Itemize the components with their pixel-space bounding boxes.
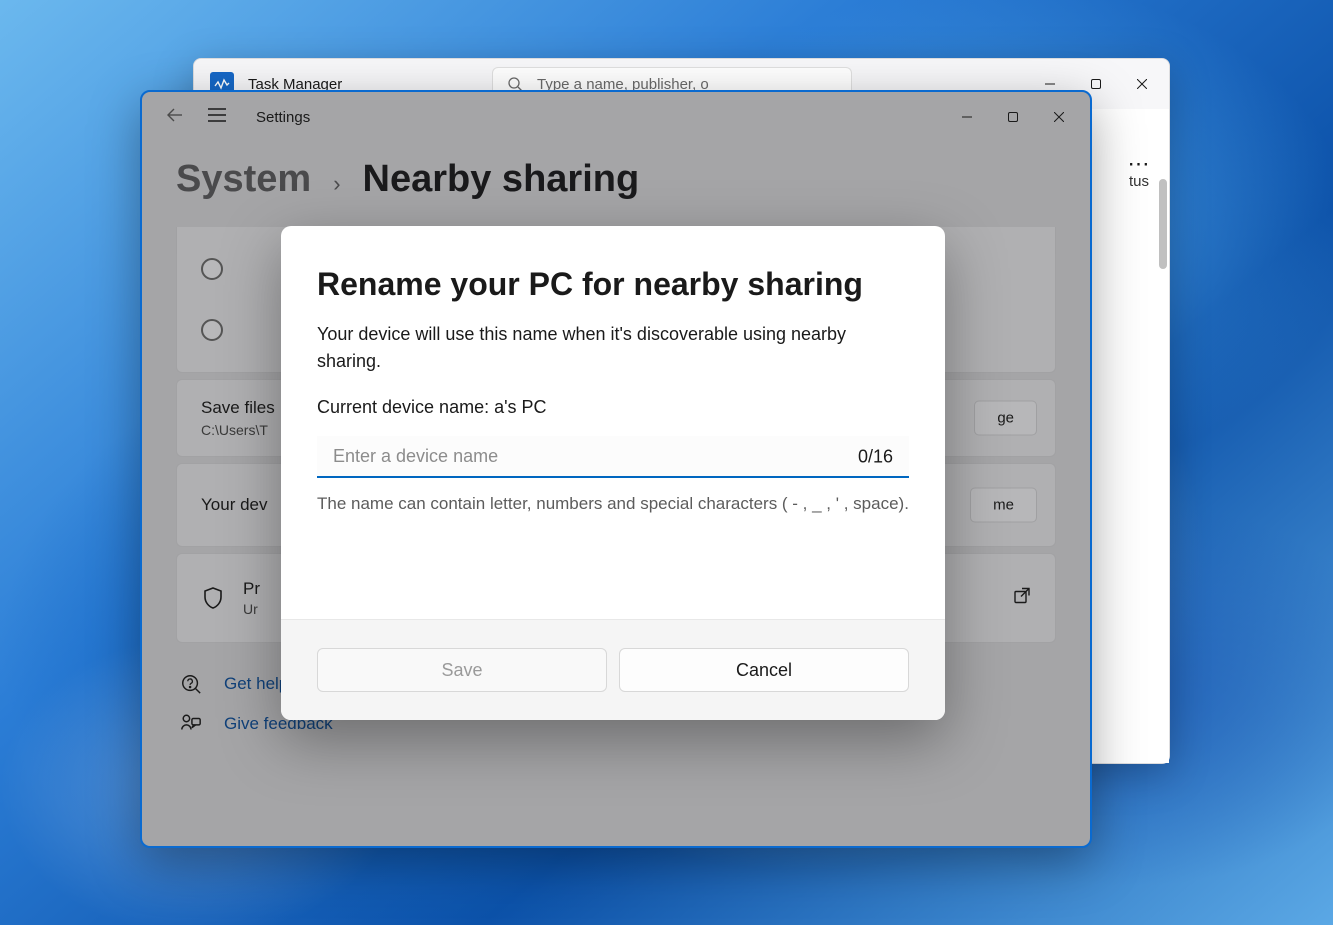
close-button[interactable] bbox=[1036, 101, 1082, 133]
breadcrumb: System › Nearby sharing bbox=[142, 142, 1090, 227]
device-name-input[interactable] bbox=[317, 436, 909, 478]
more-options-button[interactable]: ⋯ bbox=[1128, 151, 1151, 763]
dialog-description: Your device will use this name when it's… bbox=[317, 321, 909, 375]
save-button[interactable]: Save bbox=[317, 648, 607, 692]
device-name-title: Your dev bbox=[201, 495, 267, 515]
back-button[interactable] bbox=[166, 106, 184, 129]
settings-titlebar[interactable]: Settings bbox=[142, 92, 1090, 142]
hamburger-menu-button[interactable] bbox=[208, 108, 226, 127]
column-header-status: tus bbox=[1129, 173, 1149, 190]
help-icon bbox=[180, 673, 202, 695]
rename-button[interactable]: me bbox=[970, 488, 1037, 523]
current-device-name: Current device name: a's PC bbox=[317, 397, 909, 418]
input-hint: The name can contain letter, numbers and… bbox=[317, 492, 909, 517]
get-help-label: Get help bbox=[224, 674, 288, 694]
privacy-title: Pr bbox=[243, 579, 260, 599]
shield-icon bbox=[201, 586, 225, 610]
breadcrumb-parent[interactable]: System bbox=[176, 158, 311, 201]
task-manager-right-panel: ⋯ bbox=[1109, 109, 1169, 763]
rename-pc-dialog: Rename your PC for nearby sharing Your d… bbox=[281, 226, 945, 720]
char-counter: 0/16 bbox=[858, 447, 893, 468]
save-files-path: C:\Users\T bbox=[201, 422, 268, 438]
save-files-title: Save files bbox=[201, 398, 275, 418]
feedback-icon bbox=[180, 713, 202, 735]
change-button[interactable]: ge bbox=[974, 401, 1037, 436]
dialog-title: Rename your PC for nearby sharing bbox=[317, 266, 909, 303]
scrollbar-thumb[interactable] bbox=[1159, 179, 1167, 269]
maximize-button[interactable] bbox=[990, 101, 1036, 133]
radio-option[interactable] bbox=[201, 319, 223, 341]
minimize-button[interactable] bbox=[944, 101, 990, 133]
radio-option[interactable] bbox=[201, 258, 223, 280]
dialog-footer: Save Cancel bbox=[281, 619, 945, 720]
chevron-right-icon: › bbox=[333, 171, 340, 197]
open-external-icon bbox=[1013, 587, 1031, 610]
breadcrumb-current: Nearby sharing bbox=[363, 158, 640, 201]
privacy-subtitle: Ur bbox=[243, 601, 260, 617]
close-button[interactable] bbox=[1119, 68, 1165, 100]
cancel-button[interactable]: Cancel bbox=[619, 648, 909, 692]
settings-app-title: Settings bbox=[256, 109, 310, 126]
